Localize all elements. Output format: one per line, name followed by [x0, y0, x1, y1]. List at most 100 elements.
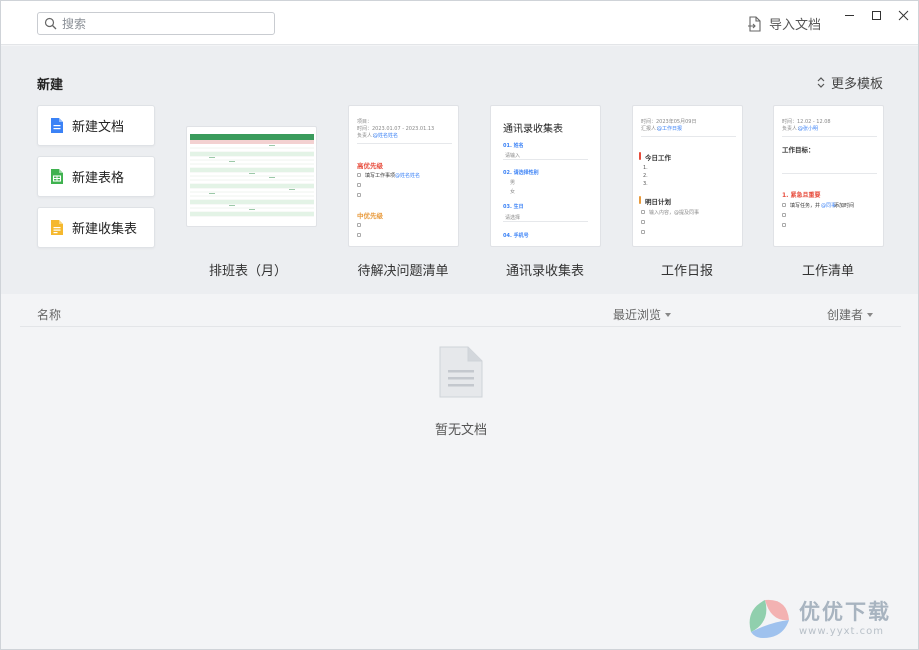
new-sheet-button[interactable]: 新建表格 [37, 156, 155, 197]
checklist-meta-time: 时间：12.02 - 12.08 [782, 119, 831, 125]
column-name[interactable]: 名称 [37, 306, 61, 323]
template-label-contacts: 通讯录收集表 [505, 264, 584, 279]
report-plan-item: 输入内容，@提及同事 [649, 210, 700, 216]
column-recent-label: 最近浏览 [613, 308, 662, 322]
report-list-num-3: 3. [643, 181, 648, 187]
column-creator-label: 创建者 [827, 308, 864, 322]
checkbox-icon [357, 223, 361, 227]
checkbox-icon [357, 233, 361, 237]
close-button[interactable] [893, 7, 913, 23]
close-icon [898, 10, 908, 20]
report-list-num-2: 2. [643, 173, 648, 179]
issues-meta-project: 项目： [357, 119, 373, 125]
search-icon [44, 17, 57, 30]
checklist-item-text: 填写任务，并 [790, 203, 821, 209]
new-sheet-label: 新建表格 [72, 171, 125, 186]
divider [503, 159, 588, 160]
checkbox-icon [357, 193, 361, 197]
divider [782, 136, 877, 137]
new-doc-button[interactable]: 新建文档 [37, 105, 155, 146]
divider [357, 143, 452, 144]
issues-item-mention: @姓名姓名 [395, 173, 421, 179]
checkbox-icon [782, 213, 786, 217]
watermark-title: 优优下载 [799, 599, 891, 624]
templates-section: 新建 更多模板 新建文档 新建表格 新建收集表 排班表（月） 项目： 时间：20… [1, 46, 918, 294]
report-section-plan: 明日计划 [645, 198, 671, 206]
checkbox-icon [641, 210, 645, 214]
contacts-q3-placeholder: 请选择 [505, 215, 521, 221]
sheet-icon [51, 169, 63, 184]
template-label-issues: 待解决问题清单 [357, 264, 449, 279]
form-icon [51, 220, 63, 235]
section-title: 新建 [37, 78, 64, 93]
checkbox-icon [782, 203, 786, 207]
issues-item-text: 填写工作事项 [365, 173, 396, 179]
new-form-label: 新建收集表 [72, 222, 138, 237]
section-marker [639, 152, 641, 160]
template-card-daily-report[interactable]: 时间：2023年05月09日 汇报人： @工作日报 今日工作 1. 2. 3. … [632, 105, 743, 247]
checkbox-icon [782, 223, 786, 227]
template-card-issues[interactable]: 项目： 时间：2023.01.07 - 2023.01.13 负责人： @姓名姓… [348, 105, 459, 247]
empty-document-icon [439, 346, 483, 398]
contacts-q2-opt2: 女 [510, 189, 516, 195]
checklist-meta-owner-value: @张小明 [798, 126, 819, 132]
template-card-schedule[interactable] [186, 126, 317, 227]
divider [503, 221, 588, 222]
issues-section-mid: 中优先级 [357, 212, 383, 220]
contacts-q4: 04. 手机号 [503, 233, 529, 239]
app-window: 导入文档 新建 更多模板 新建文档 新建表格 新建收集表 [0, 0, 919, 650]
template-card-checklist[interactable]: 时间：12.02 - 12.08 负责人： @张小明 工作目标： 1. 紧急且重… [773, 105, 884, 247]
maximize-button[interactable] [866, 7, 886, 23]
document-list-header: 名称 最近浏览 创建者 [20, 301, 901, 327]
checkbox-icon [641, 230, 645, 234]
report-section-today: 今日工作 [645, 154, 671, 162]
new-form-button[interactable]: 新建收集表 [37, 207, 155, 248]
section-marker [639, 196, 641, 204]
checkbox-icon [357, 183, 361, 187]
template-label-checklist: 工作清单 [801, 264, 854, 279]
checklist-item-tail: 添加时间 [834, 203, 855, 209]
maximize-icon [871, 10, 881, 20]
schedule-thumbnail [190, 134, 314, 217]
contacts-q2-opt1: 男 [510, 180, 516, 186]
caret-down-icon [665, 312, 672, 317]
search-input[interactable] [62, 16, 262, 31]
checklist-section-urgent: 1. 紧急且重要 [782, 192, 821, 199]
new-doc-label: 新建文档 [72, 120, 125, 135]
column-name-label: 名称 [37, 308, 62, 322]
import-label: 导入文档 [769, 18, 822, 33]
empty-state [438, 345, 484, 403]
chevron-updown-icon [817, 77, 825, 88]
watermark-logo: 优优下载 www.yyxt.com [743, 592, 891, 640]
logo-icon [749, 599, 789, 638]
minimize-button[interactable] [839, 7, 859, 23]
more-templates-button[interactable]: 更多模板 [816, 73, 883, 92]
search-box[interactable] [37, 12, 275, 35]
caret-down-icon [867, 312, 874, 317]
titlebar: 导入文档 [1, 1, 918, 45]
contacts-q2: 02. 请选择性别 [503, 170, 539, 176]
doc-icon [51, 118, 63, 133]
contacts-q1-placeholder: 请输入 [505, 153, 521, 159]
report-meta-reporter-value: @工作日报 [657, 126, 683, 132]
template-card-contacts[interactable]: 通讯录收集表 01. 姓名 请输入 02. 请选择性别 男 女 03. 生日 请… [490, 105, 601, 247]
issues-section-high: 高优先级 [357, 162, 383, 170]
checklist-heading: 工作目标： [782, 146, 815, 154]
import-button[interactable]: 导入文档 [747, 14, 821, 33]
watermark-url: www.yyxt.com [799, 625, 885, 637]
contacts-title: 通讯录收集表 [503, 124, 563, 135]
column-recent[interactable]: 最近浏览 [613, 306, 672, 323]
template-label-daily-report: 工作日报 [660, 264, 713, 279]
issues-meta-owner-value: @姓名姓名 [373, 133, 399, 139]
contacts-q1: 01. 姓名 [503, 143, 524, 149]
minimize-icon [844, 14, 854, 16]
checkbox-icon [641, 220, 645, 224]
checkbox-icon [357, 173, 361, 177]
import-icon [748, 15, 761, 32]
divider [782, 173, 877, 174]
column-creator[interactable]: 创建者 [827, 306, 874, 323]
empty-state-text: 暂无文档 [434, 423, 487, 438]
divider [641, 136, 736, 137]
more-templates-label: 更多模板 [831, 77, 884, 92]
report-meta-time: 时间：2023年05月09日 [641, 119, 697, 125]
